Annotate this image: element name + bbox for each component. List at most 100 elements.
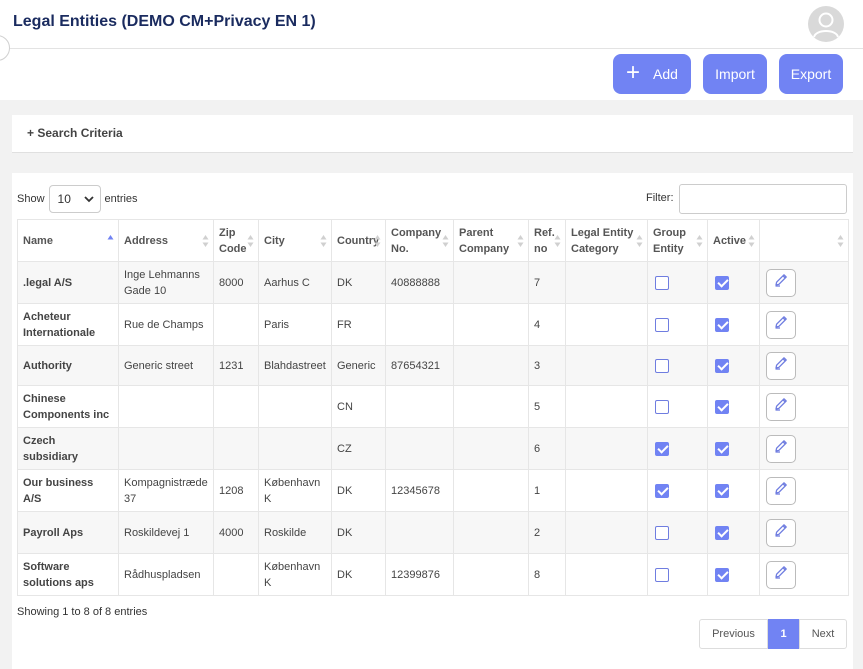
- group-entity-checkbox[interactable]: [655, 358, 669, 373]
- column-header[interactable]: Zip Code: [213, 219, 259, 262]
- edit-button[interactable]: [766, 518, 796, 547]
- group-entity-checkbox[interactable]: [655, 567, 669, 582]
- cell-ref-no: 1: [528, 469, 566, 512]
- cell-actions: [759, 345, 849, 386]
- sort-icon[interactable]: [837, 234, 844, 248]
- cell-actions: [759, 427, 849, 470]
- cell-country-text: CZ: [337, 442, 352, 455]
- edit-button[interactable]: [766, 268, 796, 297]
- column-header-label: Parent: [459, 226, 494, 239]
- cell-ref-no-text: 1: [534, 484, 541, 497]
- column-header[interactable]: Active: [707, 219, 760, 262]
- active-checkbox[interactable]: [715, 441, 729, 456]
- page-1-button[interactable]: 1: [768, 619, 799, 649]
- edit-button[interactable]: [766, 310, 796, 339]
- column-header[interactable]: Legal Entity Category: [565, 219, 648, 262]
- cell-zip-text: 1231: [219, 359, 244, 372]
- cell-parent-company: [453, 427, 529, 470]
- cell-name: Software solutions aps: [17, 553, 119, 596]
- edit-button[interactable]: [766, 560, 796, 589]
- active-checkbox[interactable]: [715, 317, 729, 332]
- cell-name-text: A/S: [23, 492, 42, 505]
- previous-page-button[interactable]: Previous: [699, 619, 768, 649]
- import-button[interactable]: Import: [703, 54, 767, 94]
- group-entity-checkbox[interactable]: [655, 317, 669, 332]
- column-header-label: Name: [23, 234, 53, 247]
- cell-parent-company: [453, 303, 529, 346]
- filter-input[interactable]: [679, 184, 847, 214]
- column-header[interactable]: City: [258, 219, 332, 262]
- cell-zip-text: 4000: [219, 526, 244, 539]
- chevron-down-icon: [83, 196, 94, 203]
- column-header-label: Address: [124, 234, 169, 247]
- export-button[interactable]: Export: [779, 54, 843, 94]
- column-header[interactable]: Country: [331, 219, 386, 262]
- add-button[interactable]: + Add: [613, 54, 691, 94]
- cell-group-entity: [647, 303, 708, 346]
- cell-country-text: Generic: [337, 359, 376, 372]
- column-header[interactable]: Group Entity: [647, 219, 708, 262]
- pencil-icon: [773, 522, 789, 543]
- cell-name-text: Components inc: [23, 408, 110, 421]
- cell-zip: [213, 303, 259, 346]
- edit-button[interactable]: [766, 351, 796, 380]
- active-checkbox[interactable]: [715, 567, 729, 582]
- cell-address: Rue de Champs: [118, 303, 214, 346]
- sort-icon[interactable]: [696, 234, 703, 248]
- column-header[interactable]: Ref. no: [528, 219, 566, 262]
- group-entity-checkbox[interactable]: [655, 525, 669, 540]
- sort-icon[interactable]: [636, 234, 643, 248]
- active-checkbox[interactable]: [715, 275, 729, 290]
- cell-group-entity: [647, 345, 708, 386]
- sort-icon[interactable]: [247, 234, 254, 248]
- sort-icon[interactable]: [374, 234, 381, 248]
- search-criteria-panel[interactable]: + Search Criteria: [12, 115, 853, 153]
- cell-legal-entity-category: [565, 303, 648, 346]
- column-header[interactable]: Parent Company: [453, 219, 529, 262]
- cell-ref-no-text: 2: [534, 526, 541, 539]
- top-bar: Legal Entities (DEMO CM+Privacy EN 1): [0, 0, 863, 49]
- cell-name-text: Czech: [23, 434, 56, 447]
- cell-group-entity: [647, 469, 708, 512]
- sort-icon[interactable]: [442, 234, 449, 248]
- sort-icon[interactable]: [320, 234, 327, 248]
- cell-ref-no-text: 5: [534, 400, 541, 413]
- column-header[interactable]: [759, 219, 849, 262]
- sort-icon[interactable]: [107, 234, 114, 248]
- group-entity-checkbox[interactable]: [655, 483, 669, 498]
- cell-city-text: K: [264, 492, 272, 505]
- cell-country: DK: [331, 469, 386, 512]
- cell-city: Paris: [258, 303, 332, 346]
- pagination: Previous 1 Next: [699, 619, 847, 649]
- cell-actions: [759, 261, 849, 304]
- active-checkbox[interactable]: [715, 358, 729, 373]
- group-entity-checkbox[interactable]: [655, 399, 669, 414]
- active-checkbox[interactable]: [715, 525, 729, 540]
- cell-ref-no: 4: [528, 303, 566, 346]
- sort-icon[interactable]: [748, 234, 755, 248]
- user-avatar-icon[interactable]: [808, 6, 844, 42]
- filter-label: Filter:: [646, 192, 674, 204]
- edit-button[interactable]: [766, 392, 796, 421]
- cell-company-no: 87654321: [385, 345, 454, 386]
- sort-icon[interactable]: [517, 234, 524, 248]
- column-header[interactable]: Address: [118, 219, 214, 262]
- group-entity-checkbox[interactable]: [655, 275, 669, 290]
- sort-icon[interactable]: [554, 234, 561, 248]
- group-entity-checkbox[interactable]: [655, 441, 669, 456]
- active-checkbox[interactable]: [715, 483, 729, 498]
- sort-icon[interactable]: [202, 234, 209, 248]
- cell-ref-no: 5: [528, 385, 566, 428]
- column-header-label: Entity: [653, 242, 684, 255]
- column-header[interactable]: Company No.: [385, 219, 454, 262]
- edit-button[interactable]: [766, 434, 796, 463]
- pencil-icon: [773, 564, 789, 585]
- cell-ref-no: 3: [528, 345, 566, 386]
- active-checkbox[interactable]: [715, 399, 729, 414]
- next-page-button[interactable]: Next: [799, 619, 847, 649]
- edit-button[interactable]: [766, 476, 796, 505]
- column-header[interactable]: Name: [17, 219, 119, 262]
- page-size-select[interactable]: 10: [48, 185, 101, 213]
- search-criteria-toggle[interactable]: + Search Criteria: [27, 126, 123, 140]
- cell-company-no-text: 40888888: [391, 276, 440, 289]
